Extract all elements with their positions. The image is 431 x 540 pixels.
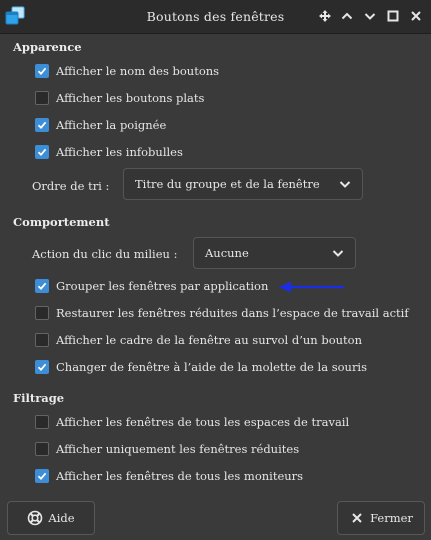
checkbox-label: Grouper les fenêtres par application — [56, 279, 269, 293]
checkbox-show-tooltips[interactable]: Afficher les infobulles — [35, 144, 183, 160]
checkbox-label: Afficher les fenêtres de tous les espace… — [56, 415, 350, 429]
restore-icon[interactable] — [385, 8, 401, 24]
checkbox-label: Restaurer les fenêtres réduites dans l’e… — [56, 306, 409, 320]
sort-order-label: Ordre de tri : — [32, 179, 110, 193]
checkbox-unchecked-icon[interactable] — [35, 333, 49, 347]
checkbox-show-handle[interactable]: Afficher la poignée — [35, 117, 166, 133]
checkbox-label: Afficher uniquement les fenêtres réduite… — [56, 442, 300, 456]
help-button[interactable]: Aide — [7, 501, 95, 535]
section-behavior-title: Comportement — [13, 215, 110, 229]
checkbox-unchecked-icon[interactable] — [35, 91, 49, 105]
close-button-label: Fermer — [370, 511, 413, 525]
checkbox-unchecked-icon[interactable] — [35, 306, 49, 320]
close-button[interactable]: Fermer — [337, 501, 425, 535]
checkbox-checked-icon[interactable] — [35, 64, 49, 78]
middle-click-label: Action du clic du milieu : — [32, 247, 178, 261]
checkbox-checked-icon[interactable] — [35, 279, 49, 293]
section-filtering-title: Filtrage — [13, 391, 65, 405]
dialog-content: Apparence Afficher le nom des boutons Af… — [0, 34, 431, 540]
checkbox-restore-minimized[interactable]: Restaurer les fenêtres réduites dans l’e… — [35, 305, 409, 321]
checkbox-checked-icon[interactable] — [35, 145, 49, 159]
help-lifebuoy-icon — [27, 510, 43, 526]
checkbox-group-by-application[interactable]: Grouper les fenêtres par application — [35, 278, 268, 294]
sort-order-value: Titre du groupe et de la fenêtre — [135, 177, 320, 191]
checkbox-checked-icon[interactable] — [35, 360, 49, 374]
checkbox-label: Changer de fenêtre à l’aide de la molett… — [56, 360, 368, 374]
section-appearance-title: Apparence — [13, 40, 82, 54]
checkbox-label: Afficher la poignée — [56, 118, 167, 132]
checkbox-show-frame-on-hover[interactable]: Afficher le cadre de la fenêtre au survo… — [35, 332, 362, 348]
checkbox-switch-with-mouse-wheel[interactable]: Changer de fenêtre à l’aide de la molett… — [35, 359, 367, 375]
help-button-label: Aide — [48, 511, 75, 525]
close-icon[interactable] — [408, 8, 424, 24]
checkbox-checked-icon[interactable] — [35, 118, 49, 132]
checkbox-only-minimized[interactable]: Afficher uniquement les fenêtres réduite… — [35, 441, 299, 457]
checkbox-label: Afficher le cadre de la fenêtre au survo… — [56, 333, 362, 347]
checkbox-label: Afficher les boutons plats — [56, 91, 205, 105]
maximize-icon[interactable] — [362, 8, 378, 24]
checkbox-all-workspaces[interactable]: Afficher les fenêtres de tous les espace… — [35, 414, 349, 430]
checkbox-label: Afficher les fenêtres de tous les monite… — [56, 469, 304, 483]
minimize-icon[interactable] — [339, 8, 355, 24]
checkbox-flat-buttons[interactable]: Afficher les boutons plats — [35, 90, 204, 106]
checkbox-label: Afficher les infobulles — [56, 145, 183, 159]
chevron-down-icon — [338, 177, 352, 191]
middle-click-value: Aucune — [205, 246, 249, 260]
checkbox-label: Afficher le nom des boutons — [56, 64, 220, 78]
checkbox-checked-icon[interactable] — [35, 469, 49, 483]
title-bar[interactable]: Boutons des fenêtres — [0, 0, 431, 34]
checkbox-show-button-names[interactable]: Afficher le nom des boutons — [35, 63, 219, 79]
checkbox-unchecked-icon[interactable] — [35, 415, 49, 429]
chevron-down-icon — [331, 246, 345, 260]
sort-order-dropdown[interactable]: Titre du groupe et de la fenêtre — [123, 168, 363, 200]
middle-click-dropdown[interactable]: Aucune — [193, 237, 356, 269]
checkbox-all-monitors[interactable]: Afficher les fenêtres de tous les monite… — [35, 468, 303, 484]
close-x-icon — [349, 510, 365, 526]
checkbox-unchecked-icon[interactable] — [35, 442, 49, 456]
annotation-arrow-icon — [279, 281, 344, 293]
move-icon[interactable] — [317, 8, 333, 24]
